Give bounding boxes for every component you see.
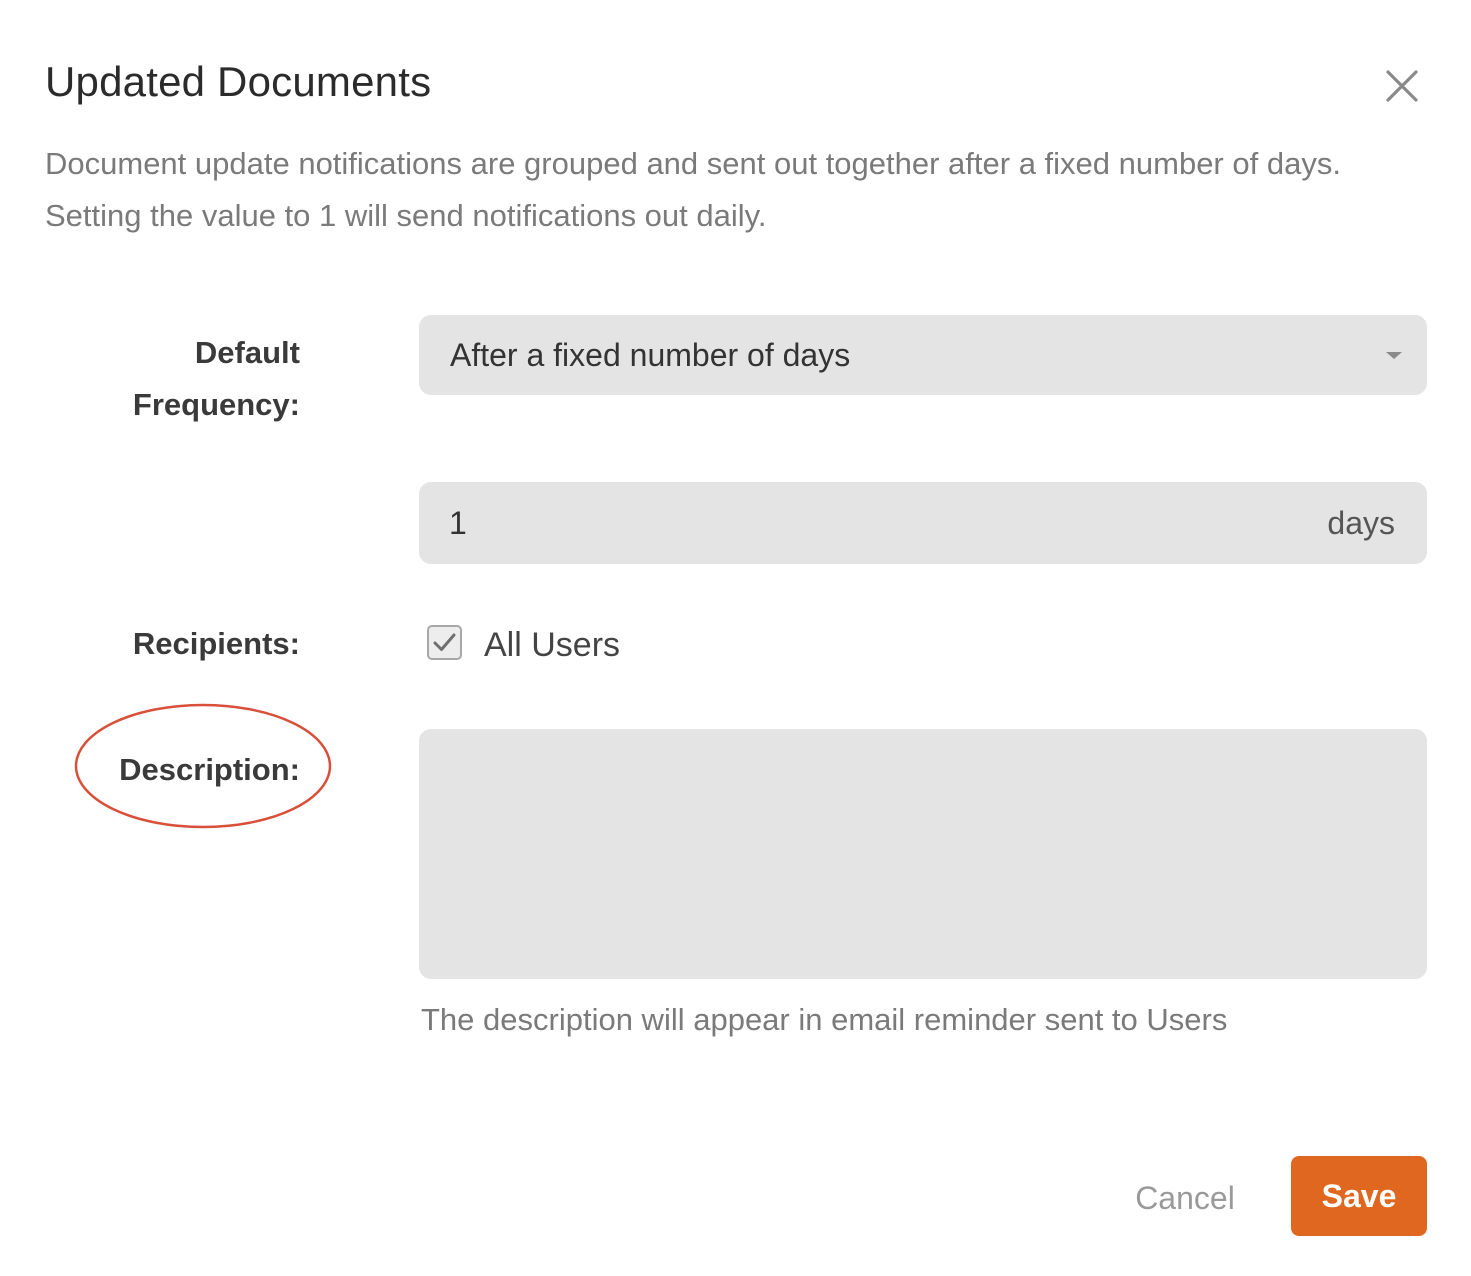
checkmark-icon (433, 633, 456, 651)
days-input[interactable] (419, 481, 1328, 565)
dialog-title: Updated Documents (45, 58, 432, 105)
close-icon (1386, 70, 1418, 102)
days-unit-label: days (1327, 504, 1395, 541)
dialog-description: Document update notifications are groupe… (45, 146, 1341, 233)
all-users-label[interactable]: All Users (484, 620, 620, 670)
cancel-button[interactable]: Cancel (1110, 1160, 1260, 1236)
save-button[interactable]: Save (1291, 1156, 1427, 1236)
frequency-label: Default Frequency: (132, 335, 300, 422)
description-textarea[interactable] (419, 729, 1427, 979)
close-button[interactable] (1378, 62, 1426, 110)
chevron-down-icon (1386, 352, 1402, 359)
frequency-select-value: After a fixed number of days (450, 336, 851, 373)
description-label: Description: (119, 752, 300, 787)
description-hint: The description will appear in email rem… (421, 1002, 1228, 1037)
frequency-select[interactable]: After a fixed number of days (419, 315, 1427, 395)
updated-documents-dialog: Updated Documents Document update notifi… (0, 0, 1471, 1276)
all-users-checkbox[interactable] (427, 625, 462, 660)
recipients-label: Recipients: (132, 626, 300, 661)
days-field: days (419, 481, 1427, 565)
